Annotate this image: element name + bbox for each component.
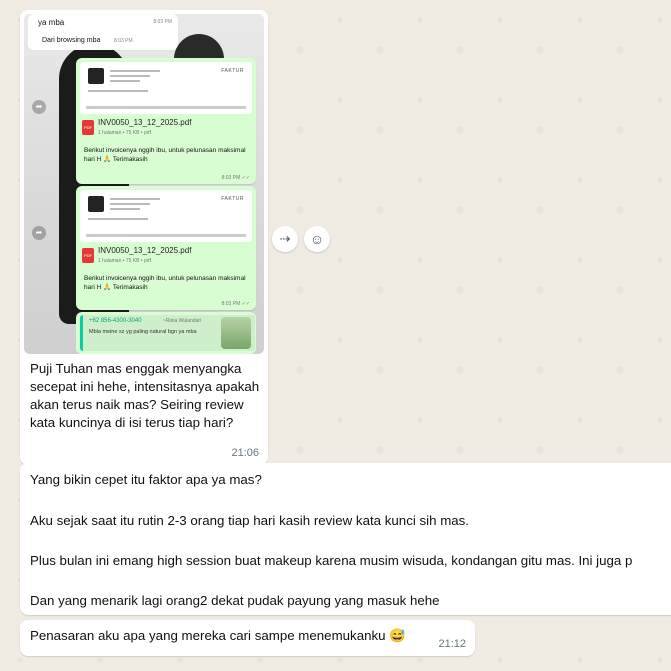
reply-sender: ~Rinia Wulandari bbox=[163, 318, 202, 324]
invoice-file: PDF INV0050_13_12_2025.pdf 1 halaman • 7… bbox=[82, 118, 250, 142]
pdf-icon: PDF bbox=[82, 120, 94, 135]
emoji-icon[interactable]: ☺ bbox=[304, 226, 330, 252]
invoice-table-bar bbox=[86, 234, 246, 237]
invoice-line bbox=[88, 90, 148, 92]
invoice-message: Berikut invoicenya nggih ibu, untuk pelu… bbox=[84, 275, 246, 291]
reply-text: Mbla meine sz yg paling natural bgn ya m… bbox=[89, 329, 197, 335]
invoice-file-name: INV0050_13_12_2025.pdf bbox=[98, 118, 192, 127]
embedded-text: ya mba bbox=[38, 18, 65, 27]
embedded-chat-bubble: ya mba 8:03 PM Dari browsing mba 8:03 PM bbox=[28, 14, 178, 50]
invoice-logo bbox=[88, 196, 104, 212]
embedded-invoice-card: FAKTUR PDF INV0050_13_12_2025.pdf 1 hala… bbox=[76, 186, 256, 310]
invoice-message: Berikut invoicenya nggih ibu, untuk pelu… bbox=[84, 147, 246, 163]
message-line: Plus bulan ini emang high session buat m… bbox=[30, 553, 633, 568]
embedded-invoice-card: FAKTUR PDF INV0050_13_12_2025.pdf 1 hala… bbox=[76, 58, 256, 184]
embedded-forward-icon: ➦ bbox=[32, 100, 46, 114]
screenshot-image[interactable]: ya mba 8:03 PM Dari browsing mba 8:03 PM… bbox=[24, 14, 264, 354]
message-line: Aku sejak saat itu rutin 2-3 orang tiap … bbox=[30, 513, 470, 528]
invoice-preview: FAKTUR bbox=[80, 190, 252, 242]
invoice-file-meta: 1 halaman • 75 KB • pdf bbox=[98, 258, 151, 264]
reply-number: +62 856-4300-3040 bbox=[89, 318, 142, 324]
embedded-time: 8:03 PM bbox=[153, 19, 172, 25]
invoice-line bbox=[110, 80, 140, 82]
invoice-time: 8:03 PM ✓✓ bbox=[221, 301, 250, 307]
invoice-file-meta: 1 halaman • 75 KB • pdf bbox=[98, 130, 151, 136]
reply-message-bubble[interactable]: Yang bikin cepet itu faktor apa ya mas? … bbox=[20, 463, 671, 615]
embedded-time: 8:03 PM bbox=[114, 38, 133, 44]
forward-icon[interactable]: ⇢ bbox=[272, 226, 298, 252]
invoice-line bbox=[110, 70, 160, 72]
invoice-time: 8:03 PM ✓✓ bbox=[221, 175, 250, 181]
message-line: Yang bikin cepet itu faktor apa ya mas? bbox=[30, 472, 262, 487]
invoice-file: PDF INV0050_13_12_2025.pdf 1 halaman • 7… bbox=[82, 246, 250, 270]
message-time: 21:12 bbox=[438, 638, 466, 650]
invoice-line bbox=[110, 203, 150, 205]
last-message-bubble[interactable]: Penasaran aku apa yang mereka cari sampe… bbox=[20, 620, 475, 656]
image-message-bubble[interactable]: ya mba 8:03 PM Dari browsing mba 8:03 PM… bbox=[20, 10, 268, 465]
embedded-text: Dari browsing mba bbox=[38, 36, 105, 45]
invoice-line bbox=[110, 198, 160, 200]
invoice-table-bar bbox=[86, 106, 246, 109]
invoice-header: FAKTUR bbox=[221, 196, 244, 202]
reply-quote: +62 856-4300-3040 ~Rinia Wulandari Mbla … bbox=[80, 315, 255, 351]
invoice-line bbox=[110, 75, 150, 77]
message-text: Penasaran aku apa yang mereka cari sampe… bbox=[30, 628, 406, 643]
invoice-line bbox=[88, 218, 148, 220]
message-time: 21:06 bbox=[231, 447, 259, 459]
embedded-reply-card: +62 856-4300-3040 ~Rinia Wulandari Mbla … bbox=[76, 312, 256, 354]
avatar bbox=[221, 317, 251, 349]
invoice-logo bbox=[88, 68, 104, 84]
invoice-header: FAKTUR bbox=[221, 68, 244, 74]
pdf-icon: PDF bbox=[82, 248, 94, 263]
invoice-preview: FAKTUR bbox=[80, 62, 252, 114]
message-line: Dan yang menarik lagi orang2 dekat pudak… bbox=[30, 593, 440, 608]
invoice-line bbox=[110, 208, 140, 210]
embedded-forward-icon: ➦ bbox=[32, 226, 46, 240]
image-caption: Puji Tuhan mas enggak menyangka secepat … bbox=[30, 361, 260, 430]
invoice-file-name: INV0050_13_12_2025.pdf bbox=[98, 246, 192, 255]
